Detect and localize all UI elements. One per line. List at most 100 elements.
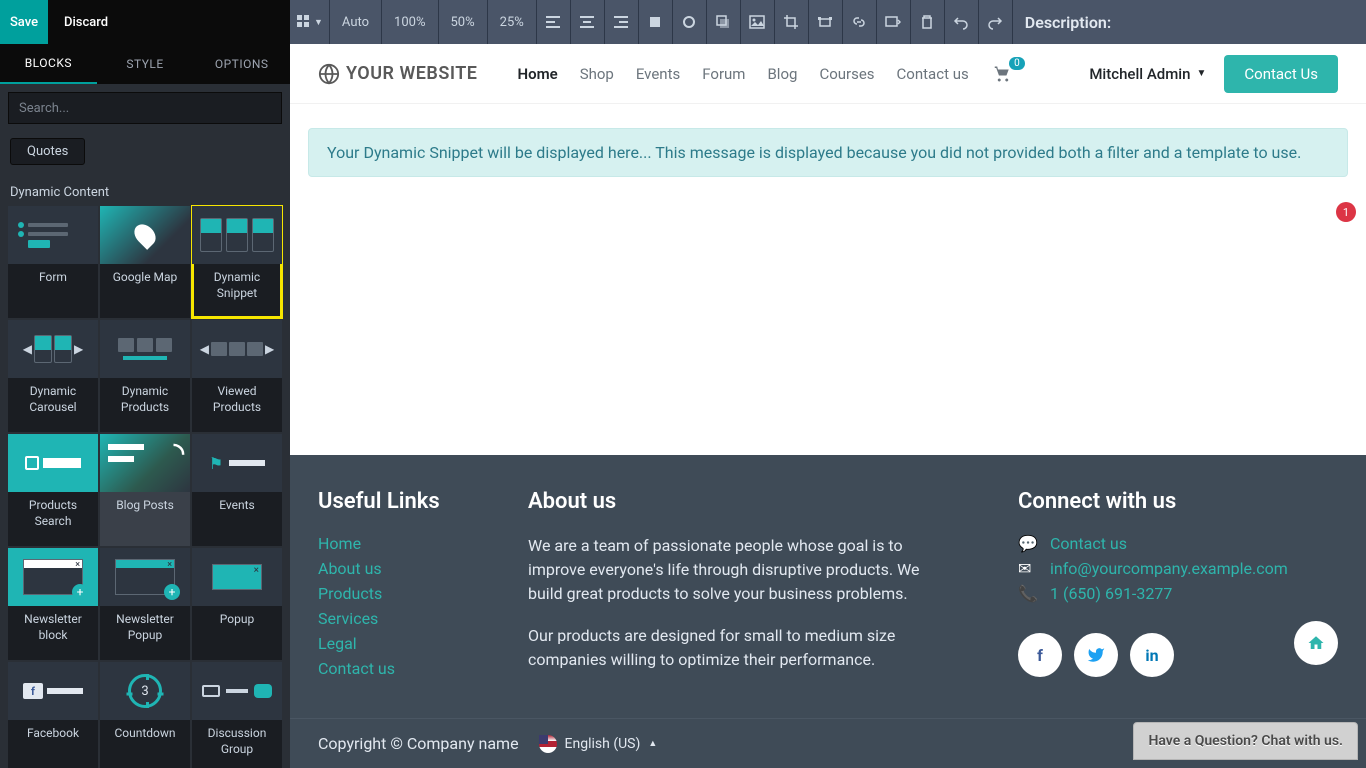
editor-side-panel: BLOCKS STYLE OPTIONS Quotes Dynamic Cont… (0, 44, 290, 768)
footer-link-contact[interactable]: Contact us (318, 659, 488, 678)
tab-blocks[interactable]: BLOCKS (0, 44, 97, 84)
transform-icon[interactable] (809, 0, 843, 44)
zoom-100-button[interactable]: 100% (382, 0, 438, 44)
block-facebook[interactable]: f Facebook (8, 662, 98, 768)
footer-email-link[interactable]: info@yourcompany.example.com (1050, 559, 1288, 578)
block-popup[interactable]: × Popup (192, 548, 282, 660)
home-round-button[interactable] (1294, 621, 1338, 665)
nav-courses[interactable]: Courses (819, 65, 874, 83)
discard-button[interactable]: Discard (48, 0, 124, 44)
nav-shop[interactable]: Shop (580, 65, 614, 83)
save-button[interactable]: Save (0, 0, 48, 44)
footer-useful-links-title: Useful Links (318, 489, 488, 514)
grid-dropdown-icon[interactable]: ▼ (290, 0, 330, 44)
site-footer: Useful Links Home About us Products Serv… (290, 455, 1366, 718)
nav-events[interactable]: Events (636, 65, 680, 83)
phone-icon: 📞 (1018, 584, 1036, 603)
user-menu[interactable]: Mitchell Admin ▼ (1089, 65, 1206, 83)
shadow-icon[interactable] (707, 0, 741, 44)
block-viewed-products[interactable]: ◀ ▶ Viewed Products (192, 320, 282, 432)
livechat-widget[interactable]: Have a Question? Chat with us. (1133, 722, 1358, 760)
footer-link-about[interactable]: About us (318, 559, 488, 578)
align-right-icon[interactable] (605, 0, 639, 44)
zoom-25-button[interactable]: 25% (488, 0, 537, 44)
block-discussion-group[interactable]: Discussion Group (192, 662, 282, 768)
zoom-auto-button[interactable]: Auto (330, 0, 382, 44)
footer-connect-title: Connect with us (1018, 489, 1338, 514)
tab-options[interactable]: OPTIONS (193, 44, 290, 84)
image-icon[interactable] (741, 0, 775, 44)
category-quotes-pill[interactable]: Quotes (10, 138, 85, 165)
undo-icon[interactable] (945, 0, 979, 44)
block-popup-label: Popup (216, 612, 258, 628)
block-newsletter-popup[interactable]: ×+ Newsletter Popup (100, 548, 190, 660)
link-icon[interactable] (843, 0, 877, 44)
footer-link-home[interactable]: Home (318, 534, 488, 553)
nav-blog[interactable]: Blog (767, 65, 797, 83)
block-dynamic-products-thumb (100, 320, 190, 378)
zoom-50-button[interactable]: 50% (439, 0, 488, 44)
footer-contact-link[interactable]: Contact us (1050, 534, 1127, 553)
replace-image-icon[interactable] (877, 0, 911, 44)
block-newsletter-block-label: Newsletter block (8, 612, 98, 643)
block-google-map-thumb (100, 206, 190, 264)
block-newsletter-popup-thumb: ×+ (100, 548, 190, 606)
footer-about-p1: We are a team of passionate people whose… (528, 534, 948, 606)
globe-icon (318, 63, 340, 85)
shape-circle-icon[interactable] (673, 0, 707, 44)
envelope-icon: ✉ (1018, 559, 1036, 578)
align-center-icon[interactable] (571, 0, 605, 44)
block-products-search-thumb (8, 434, 98, 492)
block-events[interactable]: ⚑ Events (192, 434, 282, 546)
crop-icon[interactable] (775, 0, 809, 44)
block-google-map[interactable]: Google Map (100, 206, 190, 318)
nav-home[interactable]: Home (517, 65, 557, 83)
block-dynamic-carousel[interactable]: ◀ ▶ Dynamic Carousel (8, 320, 98, 432)
block-events-label: Events (215, 498, 259, 514)
block-products-search-label: Products Search (8, 498, 98, 529)
trash-icon[interactable] (911, 0, 945, 44)
cart-button[interactable]: 0 (993, 65, 1013, 83)
contact-us-button[interactable]: Contact Us (1224, 55, 1338, 93)
language-label: English (US) (565, 736, 641, 752)
footer-link-products[interactable]: Products (318, 584, 488, 603)
footer-link-legal[interactable]: Legal (318, 634, 488, 653)
social-linkedin-button[interactable]: in (1130, 633, 1174, 677)
nav-contact[interactable]: Contact us (897, 65, 969, 83)
dynamic-snippet-placeholder-alert: Your Dynamic Snippet will be displayed h… (308, 128, 1348, 177)
block-dynamic-products-label: Dynamic Products (100, 384, 190, 415)
shape-square-icon[interactable] (639, 0, 673, 44)
block-countdown[interactable]: 3 Countdown (100, 662, 190, 768)
editor-toolbar: ▼ Auto 100% 50% 25% Description: (290, 0, 1366, 44)
description-label: Description: (1013, 0, 1111, 44)
block-discussion-group-label: Discussion Group (192, 726, 282, 757)
cart-badge: 0 (1009, 57, 1025, 70)
social-twitter-button[interactable] (1074, 633, 1118, 677)
block-viewed-products-label: Viewed Products (192, 384, 282, 415)
social-facebook-button[interactable]: f (1018, 633, 1062, 677)
block-facebook-label: Facebook (23, 726, 83, 742)
notification-badge[interactable]: 1 (1336, 202, 1356, 222)
footer-about-p2: Our products are designed for small to m… (528, 624, 948, 672)
block-dynamic-products[interactable]: Dynamic Products (100, 320, 190, 432)
block-newsletter-block[interactable]: ×+ Newsletter block (8, 548, 98, 660)
block-blog-posts[interactable]: ◝ Blog Posts (100, 434, 190, 546)
site-logo[interactable]: YOUR WEBSITE (318, 63, 477, 85)
nav-forum[interactable]: Forum (702, 65, 745, 83)
countdown-value: 3 (141, 684, 148, 699)
language-selector[interactable]: English (US) ▲ (539, 735, 658, 753)
block-dynamic-snippet[interactable]: Dynamic Snippet (192, 206, 282, 318)
footer-link-services[interactable]: Services (318, 609, 488, 628)
footer-phone-link[interactable]: 1 (650) 691-3277 (1050, 584, 1172, 603)
block-products-search[interactable]: Products Search (8, 434, 98, 546)
footer-about-title: About us (528, 489, 948, 514)
block-newsletter-block-thumb: ×+ (8, 548, 98, 606)
tab-style[interactable]: STYLE (97, 44, 194, 84)
block-form[interactable]: Form (8, 206, 98, 318)
redo-icon[interactable] (979, 0, 1013, 44)
copyright-text: Copyright © Company name (318, 734, 519, 753)
website-preview: YOUR WEBSITE Home Shop Events Forum Blog… (290, 44, 1366, 768)
align-left-icon[interactable] (537, 0, 571, 44)
block-form-label: Form (35, 270, 71, 286)
search-input[interactable] (8, 92, 282, 124)
